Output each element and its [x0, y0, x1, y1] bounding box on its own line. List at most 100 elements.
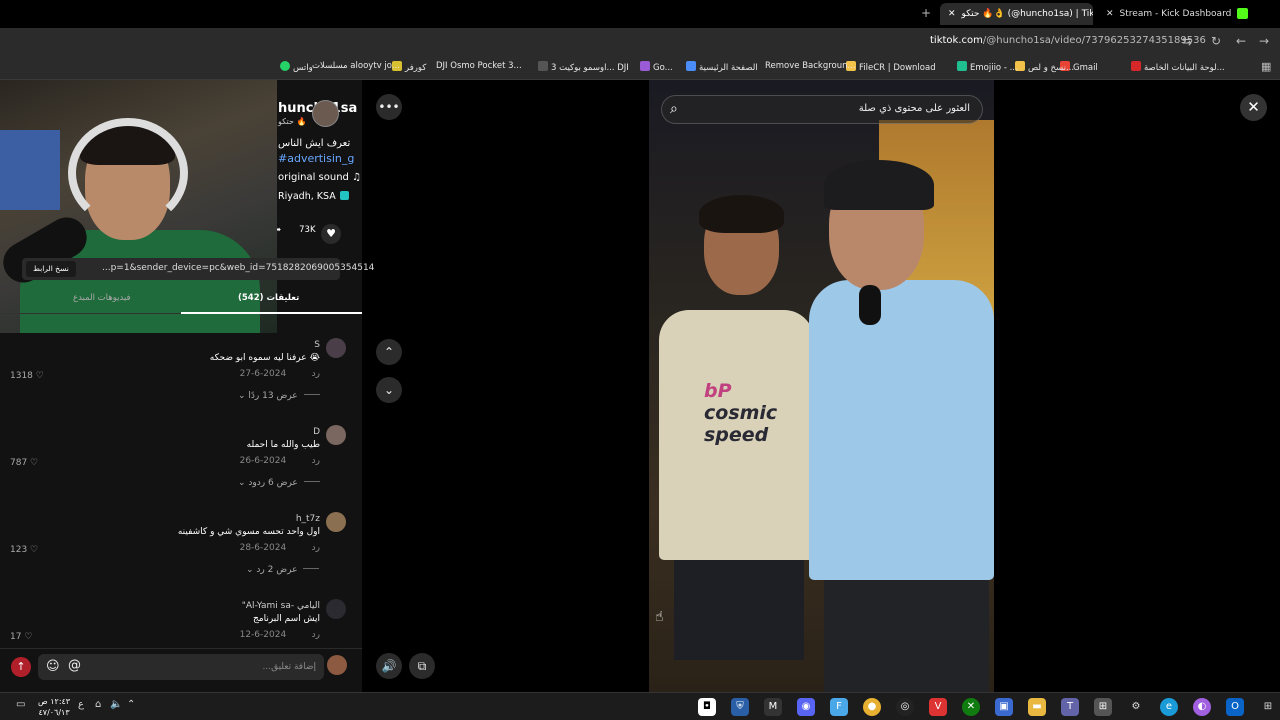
video-player[interactable]: bP cosmic speed	[649, 80, 994, 692]
comment-meta: رد 2024-6-28	[240, 543, 320, 553]
bookmark-item[interactable]: Emojiio - ...	[957, 61, 1018, 73]
folder-icon[interactable]: ▬	[1028, 698, 1046, 716]
bookmark-item[interactable]: اوسمو بوكيت 3... DJI	[538, 61, 629, 73]
tab-comments[interactable]: تعليقات (542)	[238, 293, 299, 303]
bookmark-item[interactable]: Remove Backgroun...	[765, 61, 856, 71]
bookmark-item[interactable]: نسخ و لص...	[1015, 61, 1074, 73]
bookmark-item[interactable]: FileCR | Download	[846, 61, 936, 73]
location-label: Riyadh, KSA	[278, 191, 336, 202]
floating-player-icon[interactable]: ⧉	[409, 653, 435, 679]
heart-icon[interactable]: ♥	[321, 224, 341, 244]
comment-date: 2024-6-28	[239, 543, 287, 553]
bookmark-item[interactable]: الصفحة الرئيسية	[686, 61, 758, 73]
vivaldi-icon[interactable]: V	[929, 698, 947, 716]
discord-icon[interactable]: ◉	[797, 698, 815, 716]
copy-link-button[interactable]: نسخ الرابط	[26, 261, 76, 277]
view-replies-button[interactable]: ⌄ عرض 2 رد	[246, 565, 320, 575]
back-icon[interactable]: ←	[1236, 34, 1246, 48]
comment-username[interactable]: S	[314, 340, 320, 350]
site-settings-icon[interactable]: ⇆	[1182, 34, 1192, 48]
close-icon[interactable]: ✕	[1106, 9, 1114, 19]
close-icon[interactable]: ✕	[948, 9, 956, 19]
view-replies-button[interactable]: ⌄ عرض 6 ردود	[238, 478, 320, 488]
tab-kick-dashboard[interactable]: ✕ Stream - Kick Dashboard	[1098, 3, 1248, 25]
comment-item: D طيب والله ما احمله رد 2024-6-26 787 ♡ …	[0, 425, 362, 513]
obs-icon[interactable]: ◎	[896, 698, 914, 716]
comment-date: 2024-6-12	[239, 630, 287, 640]
tab-tiktok[interactable]: ✕ حتكو 🔥👌 (@huncho1sa) | TikTok	[940, 3, 1093, 25]
bookmark-item[interactable]: واتس	[280, 61, 313, 73]
windows-taskbar: ▭ ١٢:٤٣ ص ٤٧/٠٦/١٣ ع ⌂ 🔈 ⌃ ◘ ⛨ M ◉ F ● ◎ …	[0, 692, 1280, 720]
search-text: العثور على محتوى ذي صلة	[858, 103, 970, 114]
related-content-search[interactable]: ⌕ العثور على محتوى ذي صلة	[661, 95, 983, 124]
url-domain: tiktok.com	[930, 35, 983, 46]
comment-likes[interactable]: 123 ♡	[10, 545, 38, 555]
notifications-icon[interactable]: ▭	[16, 699, 25, 710]
comment-likes[interactable]: 1318 ♡	[10, 371, 44, 381]
language-indicator[interactable]: ع	[78, 699, 84, 710]
active-tab-indicator	[181, 312, 362, 314]
xbox-icon[interactable]: ✕	[962, 698, 980, 716]
avatar[interactable]	[326, 599, 346, 619]
bookmarks-bar: لوحة البيانات الخاصة... Gmail نسخ و لص..…	[0, 56, 1280, 80]
capture-app-icon[interactable]: ◘	[698, 698, 716, 716]
tab-creator-videos[interactable]: فيديوهات المبدع	[73, 293, 131, 303]
clock[interactable]: ١٢:٤٣ ص ٤٧/٠٦/١٣	[38, 696, 70, 718]
bookmark-item[interactable]: Go...	[640, 61, 673, 73]
comment-username[interactable]: D	[313, 427, 320, 437]
tiktok-side-panel: huncho1sa حتكو 🔥 تعرف ايش الناس #adverti…	[0, 80, 374, 692]
bookmark-item[interactable]: DJI Osmo Pocket 3...	[436, 61, 522, 71]
emoji-icon[interactable]: ☺	[46, 659, 60, 674]
avatar	[327, 655, 347, 675]
settings-icon[interactable]: ⚙	[1127, 698, 1145, 716]
volume-tray-icon[interactable]: 🔈	[110, 699, 122, 710]
windows-start-icon[interactable]: ⊞	[1259, 698, 1277, 716]
apps-grid-icon[interactable]: ▦	[1261, 60, 1271, 73]
bookmark-item[interactable]: لوحة البيانات الخاصة...	[1131, 61, 1225, 73]
avatar[interactable]	[326, 512, 346, 532]
comment-username[interactable]: "Al-Yami sa- اليامي	[242, 601, 320, 611]
teams-icon[interactable]: T	[1061, 698, 1079, 716]
reply-button[interactable]: رد	[312, 369, 320, 379]
comment-likes[interactable]: 787 ♡	[10, 458, 38, 468]
avatar[interactable]	[326, 338, 346, 358]
copilot-icon[interactable]: ◐	[1193, 698, 1211, 716]
store-icon[interactable]: ⊞	[1094, 698, 1112, 716]
author-avatar[interactable]	[312, 100, 339, 127]
reply-button[interactable]: رد	[312, 543, 320, 553]
mail-app-icon[interactable]: M	[764, 698, 782, 716]
app-f-icon[interactable]: F	[830, 698, 848, 716]
comment-likes[interactable]: 17 ♡	[10, 632, 32, 642]
new-tab-icon[interactable]: +	[921, 6, 931, 20]
post-hashtag[interactable]: #advertisin_g	[278, 152, 354, 165]
mention-icon[interactable]: @	[68, 658, 81, 673]
share-link-text[interactable]: ...p=1&sender_device=pc&web_id=751828206…	[102, 263, 374, 273]
close-icon[interactable]: ✕	[1240, 94, 1267, 121]
chevron-down-icon[interactable]: ⌄	[376, 377, 402, 403]
post-location[interactable]: Riyadh, KSA	[278, 191, 349, 202]
avatar[interactable]	[326, 425, 346, 445]
more-options-icon[interactable]: •••	[376, 94, 402, 120]
url-path: /@huncho1sa/video/7379625327435189536	[982, 35, 1206, 46]
reply-button[interactable]: رد	[312, 456, 320, 466]
post-sound[interactable]: original sound ♫	[278, 172, 361, 183]
view-replies-button[interactable]: ⌄ عرض 13 ردًا	[238, 391, 320, 401]
outlook-icon[interactable]: O	[1226, 698, 1244, 716]
tray-overflow-icon[interactable]: ⌃	[127, 699, 135, 710]
volume-icon[interactable]: 🔊	[376, 653, 402, 679]
url-field[interactable]: tiktok.com/@huncho1sa/video/737962532743…	[930, 35, 1206, 46]
author-nickname: حتكو 🔥	[278, 117, 307, 126]
comment-username[interactable]: h_t7z	[296, 514, 320, 524]
edge-icon[interactable]: e	[1160, 698, 1178, 716]
bookmark-item[interactable]: مسلسلات alooytv jo...	[312, 61, 400, 71]
reply-button[interactable]: رد	[312, 630, 320, 640]
send-arrow-icon[interactable]: ↑	[11, 657, 31, 677]
app-window-icon[interactable]: ▣	[995, 698, 1013, 716]
chevron-up-icon[interactable]: ⌃	[376, 339, 402, 365]
chrome-icon[interactable]: ●	[863, 698, 881, 716]
shield-icon[interactable]: ⛨	[731, 698, 749, 716]
shirt-print: bP cosmic speed	[704, 380, 778, 446]
reload-icon[interactable]: ↻	[1211, 34, 1221, 48]
forward-icon[interactable]: →	[1259, 34, 1269, 48]
network-icon[interactable]: ⌂	[95, 699, 101, 710]
